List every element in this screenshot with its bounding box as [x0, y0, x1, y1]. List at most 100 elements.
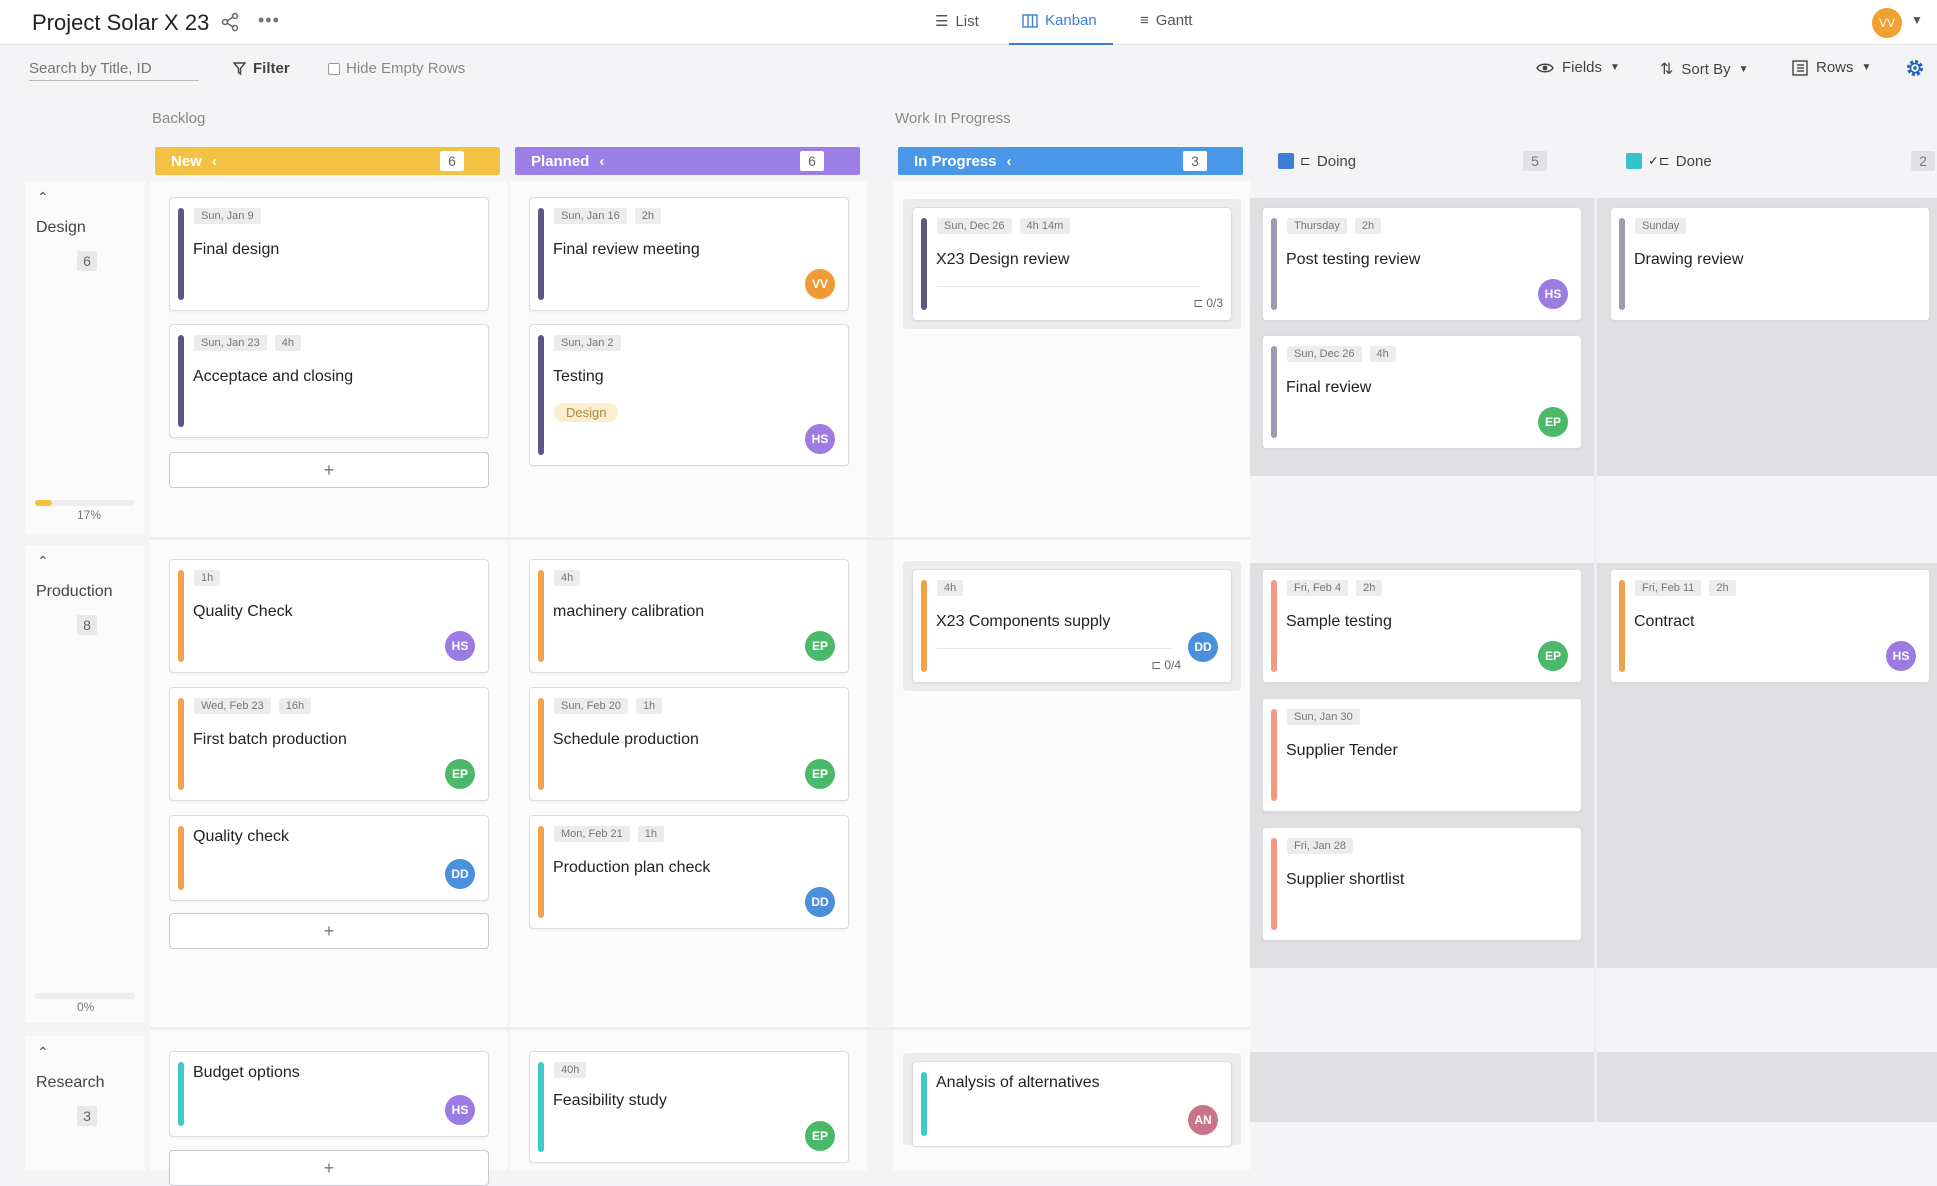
- progress-label: 17%: [77, 508, 102, 522]
- row-header-design: ⌃ Design 6 17%: [25, 181, 145, 533]
- task-card[interactable]: Sun, Jan 23 4h Acceptace and closing: [169, 324, 489, 438]
- task-card[interactable]: Sun, Jan 9 Final design: [169, 197, 489, 311]
- column-header-in-progress[interactable]: In Progress ‹ 3: [898, 147, 1243, 175]
- subtasks-indicator[interactable]: ⊏ 0/3: [1193, 296, 1223, 310]
- share-icon[interactable]: [220, 12, 240, 32]
- add-card-button[interactable]: +: [169, 913, 489, 949]
- kanban-icon: [1022, 13, 1038, 28]
- assignee-avatar[interactable]: HS: [1886, 641, 1916, 671]
- column-header-new[interactable]: New ‹ 6: [155, 147, 500, 175]
- hide-empty-rows-toggle[interactable]: Hide Empty Rows: [328, 60, 465, 77]
- task-card[interactable]: 4h X23 Components supply ⊏ 0/4 DD: [912, 569, 1232, 683]
- card-title: Final design: [193, 241, 280, 258]
- task-card[interactable]: Analysis of alternatives AN: [912, 1061, 1232, 1147]
- assignee-avatar[interactable]: EP: [805, 1121, 835, 1151]
- task-card[interactable]: Sun, Jan 16 2h Final review meeting VV: [529, 197, 849, 311]
- task-card[interactable]: Sun, Dec 26 4h Final review EP: [1262, 335, 1582, 449]
- card-accent: [921, 218, 927, 310]
- column-header-doing[interactable]: ⊏ Doing 5: [1262, 147, 1607, 175]
- subtask-icon: ⊏: [1300, 153, 1311, 168]
- user-avatar[interactable]: VV: [1872, 8, 1902, 38]
- duration-tag: 4h: [554, 570, 581, 586]
- column-header-done[interactable]: ✓⊏ Done 2: [1610, 147, 1937, 175]
- card-title: First batch production: [193, 731, 347, 748]
- chevron-up-icon[interactable]: ⌃: [37, 553, 49, 570]
- task-card[interactable]: Quality check DD: [169, 815, 489, 901]
- assignee-avatar[interactable]: EP: [1538, 641, 1568, 671]
- card-divider: [937, 648, 1171, 649]
- tab-gantt[interactable]: ≡ Gantt: [1140, 12, 1192, 29]
- card-title: Sample testing: [1286, 613, 1392, 630]
- assignee-avatar[interactable]: VV: [805, 269, 835, 299]
- assignee-avatar[interactable]: HS: [805, 424, 835, 454]
- assignee-avatar[interactable]: EP: [445, 759, 475, 789]
- task-card[interactable]: 1h Quality Check HS: [169, 559, 489, 673]
- column-header-planned[interactable]: Planned ‹ 6: [515, 147, 860, 175]
- task-card[interactable]: Mon, Feb 21 1h Production plan check DD: [529, 815, 849, 929]
- task-card[interactable]: Fri, Feb 11 2h Contract HS: [1610, 569, 1930, 683]
- assignee-avatar[interactable]: HS: [445, 631, 475, 661]
- hide-empty-label: Hide Empty Rows: [346, 60, 466, 77]
- assignee-avatar[interactable]: DD: [445, 859, 475, 889]
- fields-button[interactable]: Fields ▼: [1536, 59, 1620, 76]
- column-count: 6: [440, 151, 464, 171]
- sort-by-button[interactable]: ⇅ Sort By ▼: [1660, 59, 1749, 79]
- task-card[interactable]: 40h Feasibility study EP: [529, 1051, 849, 1163]
- task-card[interactable]: Sun, Feb 20 1h Schedule production EP: [529, 687, 849, 801]
- row-header-production: ⌃ Production 8 0%: [25, 545, 145, 1023]
- search-input[interactable]: [29, 60, 199, 81]
- card-title: Contract: [1634, 613, 1695, 630]
- assignee-avatar[interactable]: HS: [1538, 279, 1568, 309]
- tab-list[interactable]: ☰ List: [935, 12, 979, 31]
- card-accent: [538, 335, 544, 455]
- assignee-avatar[interactable]: DD: [1188, 632, 1218, 662]
- tab-kanban[interactable]: Kanban: [1022, 12, 1097, 29]
- subtasks-indicator[interactable]: ⊏ 0/4: [1151, 658, 1181, 672]
- chevron-up-icon[interactable]: ⌃: [37, 1044, 49, 1061]
- add-card-button[interactable]: +: [169, 452, 489, 488]
- task-card[interactable]: Budget options HS: [169, 1051, 489, 1137]
- caret-down-icon: ▼: [1738, 63, 1749, 75]
- chevron-down-icon[interactable]: ▼: [1911, 13, 1923, 27]
- list-icon: ☰: [935, 13, 949, 30]
- assignee-avatar[interactable]: EP: [805, 631, 835, 661]
- chevron-left-icon[interactable]: ‹: [212, 153, 217, 170]
- task-card[interactable]: Fri, Feb 4 2h Sample testing EP: [1262, 569, 1582, 683]
- task-card[interactable]: Sun, Jan 30 Supplier Tender: [1262, 698, 1582, 812]
- duration-tag: 2h: [1709, 580, 1736, 596]
- date-tag: Fri, Feb 4: [1287, 580, 1349, 596]
- task-card[interactable]: Fri, Jan 28 Supplier shortlist: [1262, 827, 1582, 941]
- assignee-avatar[interactable]: HS: [445, 1095, 475, 1125]
- group-label-wip: Work In Progress: [895, 110, 1011, 127]
- task-card[interactable]: Sun, Jan 2 Testing Design HS: [529, 324, 849, 466]
- date-tag: Sun, Jan 30: [1287, 709, 1360, 725]
- assignee-avatar[interactable]: EP: [1538, 407, 1568, 437]
- assignee-avatar[interactable]: EP: [805, 759, 835, 789]
- chevron-up-icon[interactable]: ⌃: [37, 189, 49, 206]
- assignee-avatar[interactable]: AN: [1188, 1105, 1218, 1135]
- date-tag: Sun, Jan 23: [194, 335, 267, 351]
- date-tag: Mon, Feb 21: [554, 826, 630, 842]
- hide-empty-checkbox[interactable]: [328, 62, 340, 75]
- card-accent: [538, 570, 544, 662]
- task-card[interactable]: Sunday Drawing review: [1610, 207, 1930, 321]
- add-card-button[interactable]: +: [169, 1150, 489, 1186]
- rows-button[interactable]: Rows ▼: [1792, 59, 1871, 76]
- card-title: Supplier Tender: [1286, 742, 1398, 759]
- filter-button[interactable]: Filter: [233, 60, 290, 77]
- assignee-avatar[interactable]: DD: [805, 887, 835, 917]
- card-accent: [1271, 838, 1277, 930]
- task-card[interactable]: Wed, Feb 23 16h First batch production EP: [169, 687, 489, 801]
- gear-icon[interactable]: [1905, 58, 1925, 78]
- card-title: Quality Check: [193, 603, 293, 620]
- more-options-icon[interactable]: •••: [258, 10, 280, 31]
- chevron-left-icon[interactable]: ‹: [599, 153, 604, 170]
- task-card[interactable]: 4h machinery calibration EP: [529, 559, 849, 673]
- card-tags: 1h: [194, 570, 221, 586]
- card-tags: Sun, Feb 20 1h: [554, 698, 663, 714]
- caret-down-icon: ▼: [1610, 62, 1620, 73]
- task-card[interactable]: Thursday 2h Post testing review HS: [1262, 207, 1582, 321]
- filter-label: Filter: [253, 60, 290, 77]
- task-card[interactable]: Sun, Dec 26 4h 14m X23 Design review ⊏ 0/3: [912, 207, 1232, 321]
- chevron-left-icon[interactable]: ‹: [1007, 153, 1012, 170]
